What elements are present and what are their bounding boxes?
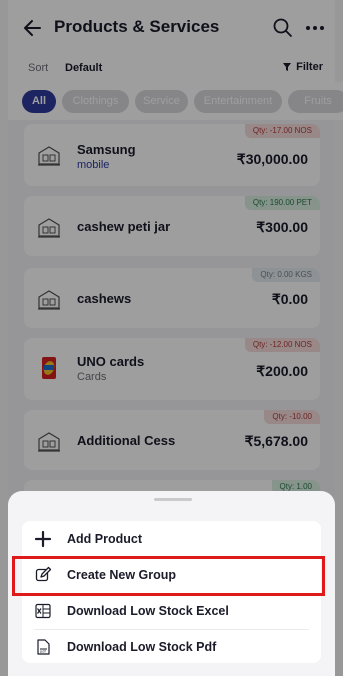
plus-icon [34,530,52,548]
menu-item-label: Add Product [67,532,142,546]
menu-item-label: Download Low Stock Pdf [67,640,217,654]
menu-item-label: Download Low Stock Excel [67,604,229,618]
add-product-item[interactable]: Add Product [22,521,321,557]
products-screen: Products & Services Sort Default Filter … [0,0,343,676]
pdf-icon: pdf [37,639,50,655]
svg-text:pdf: pdf [40,650,46,654]
highlight-box [12,556,325,596]
download-low-stock-pdf-item[interactable]: pdf Download Low Stock Pdf [22,629,321,665]
sheet-drag-handle[interactable] [154,498,192,501]
excel-icon [35,603,51,619]
download-low-stock-excel-item[interactable]: Download Low Stock Excel [22,593,321,629]
